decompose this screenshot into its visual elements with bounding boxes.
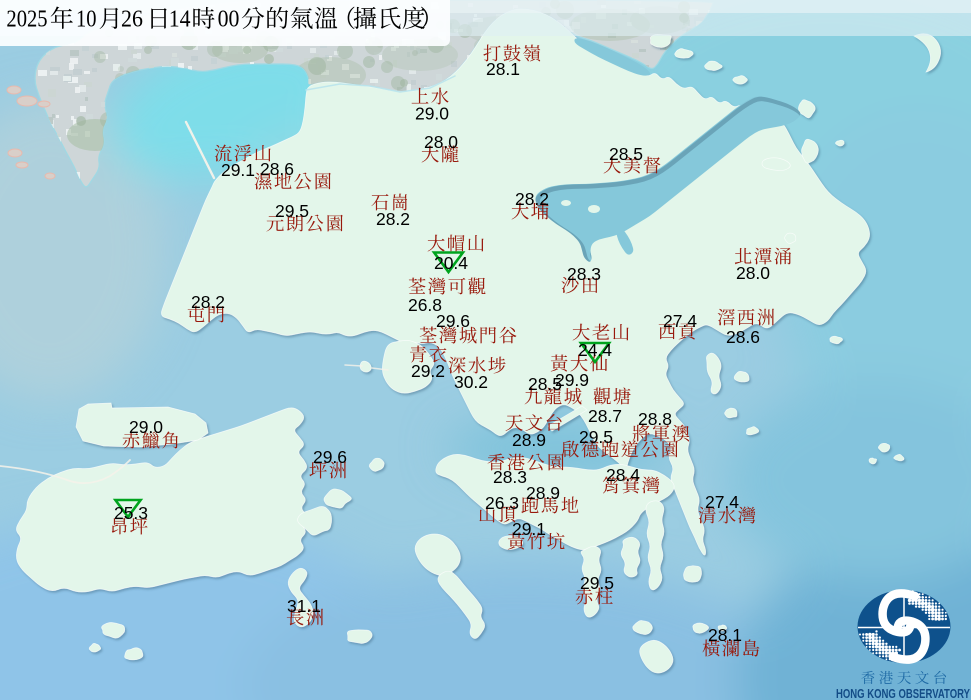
svg-text:28.6: 28.6: [260, 159, 294, 179]
svg-text:26: 26: [121, 7, 143, 33]
svg-text:27.4: 27.4: [705, 492, 739, 512]
svg-text:29.5: 29.5: [579, 427, 613, 447]
svg-text:10: 10: [76, 7, 97, 33]
svg-text:29.5: 29.5: [275, 201, 309, 221]
svg-text:14: 14: [169, 7, 191, 33]
svg-text:28.9: 28.9: [526, 483, 560, 503]
svg-text:24.4: 24.4: [578, 340, 612, 360]
svg-text:2025: 2025: [6, 7, 47, 33]
svg-text:29.0: 29.0: [129, 417, 163, 437]
svg-text:28.5: 28.5: [609, 144, 643, 164]
svg-text:28.1: 28.1: [708, 625, 742, 645]
svg-text:HONG KONG OBSERVATORY: HONG KONG OBSERVATORY: [836, 687, 971, 700]
svg-text:00: 00: [218, 7, 240, 33]
svg-text:28.3: 28.3: [567, 264, 601, 284]
svg-text:20.4: 20.4: [434, 253, 468, 273]
svg-text:28.4: 28.4: [606, 465, 640, 485]
svg-text:29.5: 29.5: [580, 573, 614, 593]
svg-text:28.2: 28.2: [515, 189, 549, 209]
svg-text:28.6: 28.6: [726, 327, 760, 347]
svg-text:28.5: 28.5: [528, 374, 562, 394]
svg-text:28.7: 28.7: [588, 406, 622, 426]
svg-text:28.9: 28.9: [512, 430, 546, 450]
svg-text:28.0: 28.0: [424, 132, 458, 152]
svg-text:28.2: 28.2: [191, 292, 225, 312]
svg-text:28.8: 28.8: [638, 409, 672, 429]
svg-text:28.2: 28.2: [376, 209, 410, 229]
svg-text:26.3: 26.3: [485, 493, 519, 513]
svg-text:27.4: 27.4: [663, 311, 697, 331]
svg-text:29.2: 29.2: [411, 361, 445, 381]
svg-text:25.3: 25.3: [114, 503, 148, 523]
svg-text:29.1: 29.1: [512, 519, 546, 539]
svg-text:29.6: 29.6: [436, 311, 470, 331]
svg-text:28.0: 28.0: [736, 263, 770, 283]
svg-text:29.6: 29.6: [313, 447, 347, 467]
svg-text:30.2: 30.2: [454, 372, 488, 392]
svg-text:31.1: 31.1: [287, 596, 321, 616]
svg-text:29.0: 29.0: [415, 104, 449, 124]
svg-text:28.3: 28.3: [493, 467, 527, 487]
svg-text:29.1: 29.1: [221, 160, 255, 180]
svg-text:28.1: 28.1: [486, 59, 520, 79]
